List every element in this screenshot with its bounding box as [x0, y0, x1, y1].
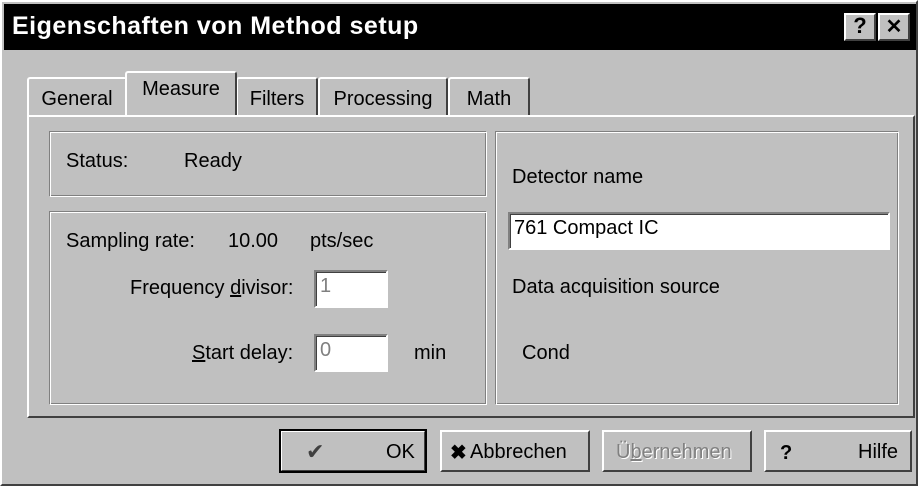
close-icon: ✕ [885, 16, 903, 38]
sampling-rate-unit: pts/sec [310, 230, 374, 252]
title-bar[interactable]: Eigenschaften von Method setup ? ✕ [4, 4, 916, 50]
x-icon: ✖ [450, 442, 467, 464]
sampling-group: Sampling rate: 10.00 pts/sec Frequency d… [49, 211, 487, 405]
start-delay-label: Start delay: [192, 342, 294, 364]
detector-group: Detector name 761 Compact IC Data acquis… [495, 131, 899, 405]
help-title-button[interactable]: ? [844, 13, 876, 41]
detector-name-label: Detector name [512, 166, 644, 188]
sampling-rate-value: 10.00 [228, 230, 279, 252]
help-button-label: Hilfe [858, 441, 899, 463]
tab-measure-label: Measure [142, 78, 220, 100]
tab-filters-label: Filters [249, 88, 305, 110]
tab-processing-label: Processing [333, 88, 433, 110]
tab-general[interactable]: General [27, 77, 127, 115]
apply-button-label: Übernehmen [616, 441, 732, 463]
tab-filters[interactable]: Filters [236, 77, 318, 115]
tab-math[interactable]: Math [448, 77, 530, 115]
measure-tab-panel: Status: Ready Sampling rate: 10.00 pts/s… [27, 115, 915, 418]
tab-general-label: General [41, 88, 113, 110]
detector-name-input[interactable]: 761 Compact IC [508, 212, 890, 250]
question-icon: ? [780, 442, 793, 464]
sampling-rate-label: Sampling rate: [66, 230, 195, 252]
frequency-divisor-input[interactable]: 1 [314, 270, 388, 308]
window-title: Eigenschaften von Method setup [12, 12, 419, 40]
tab-processing[interactable]: Processing [318, 77, 448, 115]
start-delay-unit: min [414, 342, 447, 364]
check-icon: ✔ [306, 439, 325, 464]
data-source-label: Data acquisition source [512, 276, 720, 298]
close-button[interactable]: ✕ [878, 13, 910, 41]
ok-button[interactable]: ✔ OK [279, 429, 427, 473]
question-icon: ? [853, 13, 867, 38]
frequency-divisor-label: Frequency divisor: [130, 277, 294, 299]
cancel-button-label: Abbrechen [470, 441, 567, 463]
data-source-value: Cond [522, 342, 570, 364]
properties-dialog: Eigenschaften von Method setup ? ✕ Gener… [0, 0, 918, 486]
ok-button-label: OK [386, 441, 415, 463]
status-group: Status: Ready [49, 131, 487, 197]
tab-math-label: Math [466, 88, 512, 110]
apply-button[interactable]: Übernehmen [602, 430, 752, 472]
tab-measure[interactable]: Measure [125, 71, 237, 115]
status-value: Ready [184, 150, 242, 172]
start-delay-input[interactable]: 0 [314, 334, 388, 372]
cancel-button[interactable]: ✖ Abbrechen [440, 430, 590, 472]
help-button[interactable]: ? Hilfe [764, 430, 912, 472]
status-label: Status: [66, 150, 129, 172]
